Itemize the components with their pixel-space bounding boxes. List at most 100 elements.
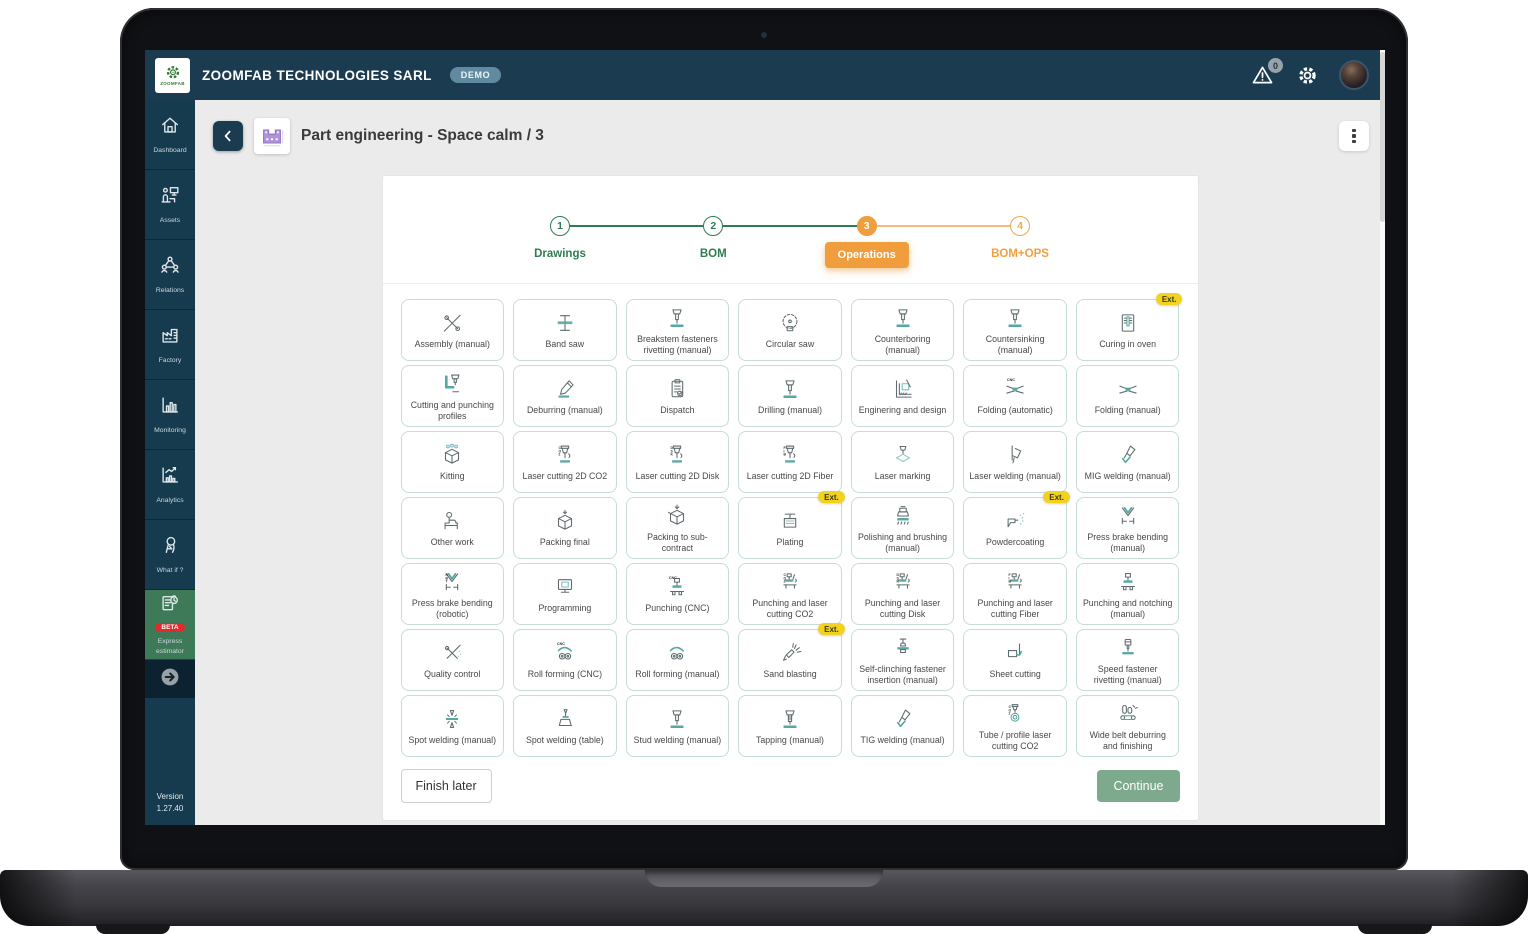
- operation-card-laser-cutting-2d-disk[interactable]: DSKLaser cutting 2D Disk: [626, 431, 730, 493]
- operation-card-sand-blasting[interactable]: Ext.Sand blasting: [738, 629, 842, 691]
- operation-card-roll-forming-cnc[interactable]: CNCRoll forming (CNC): [513, 629, 617, 691]
- sidebar-item-collapse[interactable]: [145, 660, 195, 698]
- operation-card-laser-marking[interactable]: Laser marking: [851, 431, 955, 493]
- operation-card-tig-welding-manual[interactable]: TIG welding (manual): [851, 695, 955, 757]
- more-options-button[interactable]: [1339, 121, 1369, 151]
- operation-card-powdercoating[interactable]: Ext.Powdercoating: [963, 497, 1067, 559]
- operation-card-countersinking-manual[interactable]: Countersinking (manual): [963, 299, 1067, 361]
- operation-card-circular-saw[interactable]: Circular saw: [738, 299, 842, 361]
- operation-card-laser-cutting-2d-co2[interactable]: CO2Laser cutting 2D CO2: [513, 431, 617, 493]
- operation-card-quality-control[interactable]: Quality control: [401, 629, 505, 691]
- chevron-left-icon: [220, 128, 236, 144]
- operation-card-kitting[interactable]: Kitting: [401, 431, 505, 493]
- version-number: 1.27.40: [145, 803, 195, 815]
- operation-card-punching-and-notching-manual[interactable]: Punching and notching (manual): [1076, 563, 1180, 625]
- operation-card-sheet-cutting[interactable]: Sheet cutting: [963, 629, 1067, 691]
- back-button[interactable]: [213, 121, 243, 151]
- operation-label: Programming: [538, 603, 591, 614]
- operation-card-assembly-manual[interactable]: Assembly (manual): [401, 299, 505, 361]
- sidebar-item-dashboard[interactable]: Dashboard: [145, 100, 195, 170]
- operation-card-tube-profile-laser-cutting-co2[interactable]: CO2Tube / profile laser cutting CO2: [963, 695, 1067, 757]
- operation-card-other-work[interactable]: Other work: [401, 497, 505, 559]
- sidebar-item-relations[interactable]: Relations: [145, 240, 195, 310]
- operation-label: Enginering and design: [859, 405, 947, 416]
- scrollbar[interactable]: [1380, 50, 1385, 825]
- operation-card-cutting-and-punching-profiles[interactable]: Cutting and punching profiles: [401, 365, 505, 427]
- operation-card-punching-and-laser-cutting-co2[interactable]: CO2Punching and laser cutting CO2: [738, 563, 842, 625]
- operation-card-counterboring-manual[interactable]: Counterboring (manual): [851, 299, 955, 361]
- step-2-circle[interactable]: 2: [703, 216, 723, 236]
- sidebar-item-express-estimator[interactable]: BETAExpress estimator: [145, 590, 195, 660]
- operation-card-curing-in-oven[interactable]: Ext.Curing in oven: [1076, 299, 1180, 361]
- clinch-press-icon: [890, 634, 916, 662]
- laptop-foot-left: [96, 924, 170, 934]
- operation-card-wide-belt-deburring-and-finishing[interactable]: Wide belt deburring and finishing: [1076, 695, 1180, 757]
- sidebar-item-assets[interactable]: Assets: [145, 170, 195, 240]
- svg-text:FIB: FIB: [1009, 572, 1012, 583]
- operation-label: Press brake bending (robotic): [407, 598, 499, 621]
- operation-card-band-saw[interactable]: Band saw: [513, 299, 617, 361]
- polisher-icon: [890, 502, 916, 530]
- operation-card-self-clinching-fastener-insertion-manual[interactable]: Self-clinching fastener insertion (manua…: [851, 629, 955, 691]
- operation-card-folding-manual[interactable]: Folding (manual): [1076, 365, 1180, 427]
- continue-button[interactable]: Continue: [1097, 770, 1179, 802]
- operation-card-stud-welding-manual[interactable]: Stud welding (manual): [626, 695, 730, 757]
- operation-card-breakstem-fasteners-rivetting-manual[interactable]: Breakstem fasteners rivetting (manual): [626, 299, 730, 361]
- operation-card-tapping-manual[interactable]: Tapping (manual): [738, 695, 842, 757]
- operation-card-laser-welding-manual[interactable]: Laser welding (manual): [963, 431, 1067, 493]
- operation-card-roll-forming-manual[interactable]: Roll forming (manual): [626, 629, 730, 691]
- main-content: Part engineering - Space calm / 3 1Drawi…: [195, 100, 1385, 825]
- operation-label: Cutting and punching profiles: [407, 400, 499, 423]
- operation-card-press-brake-bending-robotic[interactable]: RBTPress brake bending (robotic): [401, 563, 505, 625]
- operation-card-enginering-and-design[interactable]: Enginering and design: [851, 365, 955, 427]
- step-3-label[interactable]: Operations: [825, 242, 909, 268]
- sidebar-item-label: What if ?: [155, 566, 186, 575]
- ext-badge: Ext.: [818, 623, 845, 635]
- operation-card-punching-and-laser-cutting-disk[interactable]: DSKPunching and laser cutting Disk: [851, 563, 955, 625]
- step-4-label[interactable]: BOM+OPS: [991, 248, 1049, 260]
- sidebar-item-monitoring[interactable]: Monitoring: [145, 380, 195, 450]
- step-4-circle[interactable]: 4: [1010, 216, 1030, 236]
- laser-mark-icon: [890, 441, 916, 469]
- finish-later-button[interactable]: Finish later: [401, 769, 492, 803]
- deburr-pen-icon: [552, 375, 578, 403]
- step-1-label[interactable]: Drawings: [534, 248, 586, 260]
- v-bend-icon: [1115, 502, 1141, 530]
- operation-card-spot-welding-table[interactable]: Spot welding (table): [513, 695, 617, 757]
- step-2-label[interactable]: BOM: [700, 248, 727, 260]
- user-avatar[interactable]: [1339, 60, 1369, 90]
- operation-card-packing-to-sub-contract[interactable]: Packing to sub-contract: [626, 497, 730, 559]
- settings-button[interactable]: [1296, 64, 1319, 87]
- step-1-circle[interactable]: 1: [550, 216, 570, 236]
- operation-card-programming[interactable]: Programming: [513, 563, 617, 625]
- operation-card-polishing-and-brushing-manual[interactable]: Polishing and brushing (manual): [851, 497, 955, 559]
- drill-press-icon: [890, 304, 916, 332]
- operation-label: Wide belt deburring and finishing: [1082, 730, 1174, 753]
- operation-card-drilling-manual[interactable]: Drilling (manual): [738, 365, 842, 427]
- operation-card-punching-and-laser-cutting-fiber[interactable]: FIBPunching and laser cutting Fiber: [963, 563, 1067, 625]
- alerts-button[interactable]: 0: [1250, 63, 1276, 87]
- operation-card-spot-welding-manual[interactable]: Spot welding (manual): [401, 695, 505, 757]
- laptop-base: [0, 870, 1528, 926]
- sidebar-item-whatif[interactable]: What if ?: [145, 520, 195, 590]
- sidebar-item-factory[interactable]: Factory: [145, 310, 195, 380]
- operation-label: Polishing and brushing (manual): [857, 532, 949, 555]
- operation-card-press-brake-bending-manual[interactable]: Press brake bending (manual): [1076, 497, 1180, 559]
- operation-label: Assembly (manual): [415, 339, 490, 350]
- operation-card-mig-welding-manual[interactable]: MIG welding (manual): [1076, 431, 1180, 493]
- operation-card-deburring-manual[interactable]: Deburring (manual): [513, 365, 617, 427]
- v-bend-icon: RBT: [439, 568, 465, 596]
- step-3-circle[interactable]: 3: [857, 216, 877, 236]
- svg-text:CNC: CNC: [669, 576, 677, 580]
- operation-card-plating[interactable]: Ext.Plating: [738, 497, 842, 559]
- operation-card-speed-fastener-rivetting-manual[interactable]: Speed fastener rivetting (manual): [1076, 629, 1180, 691]
- company-title: ZOOMFAB TECHNOLOGIES SARL: [202, 68, 432, 83]
- operation-card-folding-automatic[interactable]: CNCFolding (automatic): [963, 365, 1067, 427]
- rolls-icon: CNC: [552, 639, 578, 667]
- operation-card-dispatch[interactable]: Dispatch: [626, 365, 730, 427]
- operation-card-packing-final[interactable]: Packing final: [513, 497, 617, 559]
- operation-card-laser-cutting-2d-fiber[interactable]: FIBLaser cutting 2D Fiber: [738, 431, 842, 493]
- scrollbar-thumb[interactable]: [1380, 52, 1385, 222]
- operation-card-punching-cnc[interactable]: CNCPunching (CNC): [626, 563, 730, 625]
- sidebar-item-analytics[interactable]: Analytics: [145, 450, 195, 520]
